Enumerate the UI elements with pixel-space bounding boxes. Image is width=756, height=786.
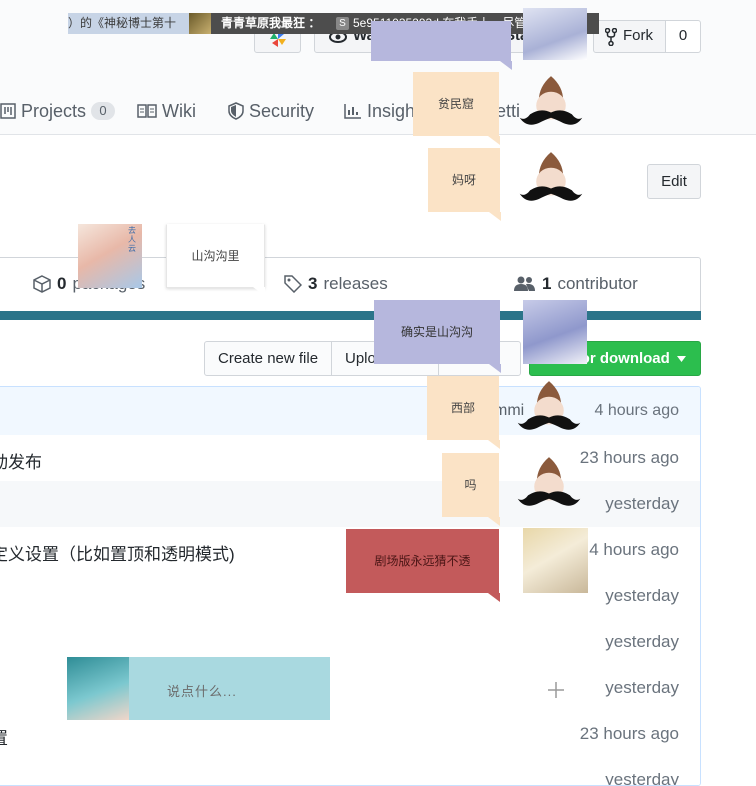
move-cursor-icon xyxy=(548,682,564,698)
tab-security[interactable]: Security xyxy=(228,98,314,124)
mustache-avatar xyxy=(517,381,581,430)
chat-bubble: 妈呀 xyxy=(428,148,501,221)
tab-security-label: Security xyxy=(249,100,315,121)
clone-label: or download xyxy=(580,350,670,367)
tab-projects[interactable]: Projects 0 xyxy=(0,98,116,124)
mustache-avatar xyxy=(519,76,583,125)
commit-age: yesterday xyxy=(605,678,679,697)
contributors-stat[interactable]: 1 contributor xyxy=(514,274,638,294)
edit-button[interactable]: Edit xyxy=(647,164,701,199)
chat-bubble-text: 剧场版永远猜不透 xyxy=(374,554,471,568)
chat-bubble-text: 山沟沟里 xyxy=(191,249,240,263)
commit-age: 4 hours ago xyxy=(589,540,679,559)
commit-age: yesterday xyxy=(605,770,679,786)
tag-icon xyxy=(284,275,302,293)
chat-bubble: 剧场版永远猜不透 xyxy=(346,529,500,602)
packages-count: 0 xyxy=(57,274,67,293)
chat-bubble: 西部 xyxy=(427,376,500,449)
latest-commit-bar: mmi 4 hours ago xyxy=(0,387,700,436)
user-avatar xyxy=(523,300,587,364)
file-row[interactable]: 动发布 23 hours ago xyxy=(0,435,700,482)
danmaku-text-left: ）的《神秘博士第十 xyxy=(68,13,189,34)
shield-icon xyxy=(228,102,244,120)
chat-bubble: 吗 xyxy=(442,453,500,526)
tab-projects-label: Projects xyxy=(21,100,87,121)
book-icon xyxy=(137,104,157,118)
chat-bubble-text: 吗 xyxy=(464,478,477,492)
contributors-count: 1 xyxy=(542,274,552,293)
self-avatar xyxy=(67,657,129,720)
chat-bubble-text: 妈呀 xyxy=(451,173,476,187)
chat-input[interactable]: 说点什么... xyxy=(67,657,330,720)
danmaku-badge-text: S xyxy=(339,18,346,29)
package-icon xyxy=(33,275,51,293)
danmaku-text-mid: 青青草原我最狂 ： xyxy=(221,16,321,30)
tab-settings-label: etti xyxy=(496,100,521,121)
contributors-label: contributor xyxy=(557,274,638,293)
tab-wiki[interactable]: Wiki xyxy=(137,98,196,124)
chat-bubble: 山沟沟里 xyxy=(166,224,265,296)
commit-age: 23 hours ago xyxy=(579,448,679,467)
upload-label: Uplo xyxy=(345,350,376,367)
danmaku-avatar xyxy=(189,13,211,34)
user-avatar xyxy=(523,528,588,593)
fork-button[interactable]: Fork xyxy=(593,20,666,53)
people-icon xyxy=(514,276,535,291)
commit-age: yesterday xyxy=(605,586,679,605)
tab-settings[interactable]: etti xyxy=(496,98,520,124)
commit-age: yesterday xyxy=(605,632,679,651)
file-row[interactable]: yesterday xyxy=(0,481,700,528)
danmaku-strip: ）的《神秘博士第十 青青草原我最狂 ： S 5e9511035293d 在我手上… xyxy=(68,13,599,34)
tab-insights[interactable]: Insigh xyxy=(344,98,415,124)
releases-label: releases xyxy=(323,274,388,293)
graph-icon xyxy=(344,104,361,119)
danmaku-badge: S xyxy=(336,17,349,30)
file-row[interactable]: yesterday xyxy=(0,757,700,786)
projects-counter: 0 xyxy=(91,102,116,120)
user-avatar: 去人云 xyxy=(78,224,142,288)
commit-message[interactable]: 置 xyxy=(0,724,8,749)
edit-label: Edit xyxy=(661,173,687,190)
mustache-avatar xyxy=(519,152,583,201)
create-file-label: Create new file xyxy=(218,350,319,367)
chat-bubble-text: 贫民窟 xyxy=(437,97,474,111)
chat-input-placeholder: 说点什么... xyxy=(167,684,237,699)
tab-insights-label: Insigh xyxy=(367,100,416,121)
mustache-avatar xyxy=(517,457,581,506)
commit-time: 4 hours ago xyxy=(594,402,679,419)
commit-message[interactable]: 动发布 xyxy=(0,448,42,473)
chat-bubble-text: 西部 xyxy=(450,401,475,415)
avatar-caption: 去人云 xyxy=(128,226,136,253)
commit-age: 23 hours ago xyxy=(579,724,679,743)
language-bar xyxy=(0,311,701,320)
project-icon xyxy=(0,103,16,119)
user-avatar xyxy=(523,8,587,60)
chat-bubble-text: 确实是山沟沟 xyxy=(400,325,473,339)
releases-count: 3 xyxy=(308,274,318,293)
tab-wiki-label: Wiki xyxy=(162,100,196,121)
commit-age: yesterday xyxy=(605,494,679,513)
fork-count[interactable]: 0 xyxy=(665,20,701,53)
chat-bubble: 贫民窟 xyxy=(413,72,500,145)
caret-down-icon xyxy=(677,356,686,363)
create-file-button[interactable]: Create new file xyxy=(204,341,332,376)
commit-message[interactable]: 定义设置（比如置顶和透明模式) xyxy=(0,540,235,565)
fork-label: Fork xyxy=(623,27,653,44)
chat-bubble xyxy=(371,21,512,70)
releases-stat[interactable]: 3 releases xyxy=(284,274,388,294)
chat-bubble: 确实是山沟沟 xyxy=(374,300,501,373)
fork-count-value: 0 xyxy=(678,27,688,44)
fork-icon xyxy=(605,28,617,46)
